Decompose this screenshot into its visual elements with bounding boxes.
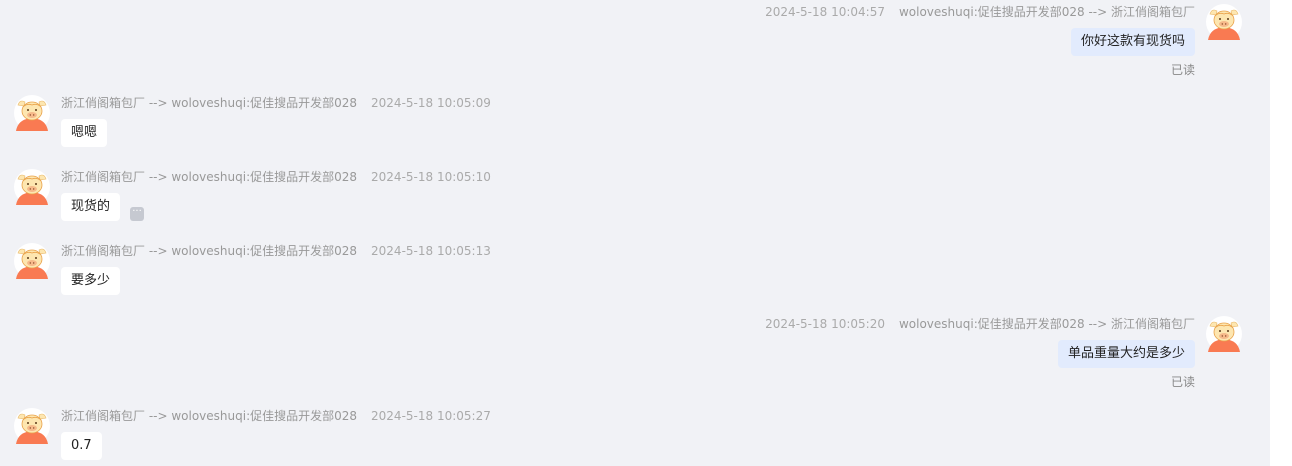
cartoon-bull-avatar-icon — [1206, 4, 1242, 40]
message-route: 浙江俏阁箱包厂 --> woloveshuqi:促佳搜品开发部028 — [61, 409, 358, 423]
chat-history-pane[interactable]: 2024-5-18 10:04:57 woloveshuqi:促佳搜品开发部028… — [0, 0, 1270, 466]
avatar[interactable] — [14, 243, 50, 279]
message-bubble[interactable]: 嗯嗯 — [61, 119, 108, 147]
message-outgoing: 2024-5-18 10:05:20 woloveshuqi:促佳搜品开发部028… — [765, 316, 1242, 392]
message-time: 2024-5-18 10:05:27 — [371, 409, 491, 423]
message-time: 2024-5-18 10:05:09 — [371, 96, 491, 110]
avatar[interactable] — [14, 169, 50, 205]
message-bubble[interactable]: 要多少 — [61, 267, 121, 295]
more-options-icon[interactable]: ··· — [130, 207, 144, 221]
message-outgoing: 2024-5-18 10:04:57 woloveshuqi:促佳搜品开发部028… — [765, 4, 1242, 80]
message-bubble[interactable]: 你好这款有现货吗 — [1070, 28, 1195, 56]
message-meta: 浙江俏阁箱包厂 --> woloveshuqi:促佳搜品开发部028 2024-5… — [61, 243, 491, 259]
message-bubble[interactable]: 现货的 — [61, 193, 121, 221]
read-status: 已读 — [1170, 63, 1195, 77]
avatar[interactable] — [1206, 316, 1242, 352]
cartoon-bull-avatar-icon — [14, 95, 50, 131]
message-route: 浙江俏阁箱包厂 --> woloveshuqi:促佳搜品开发部028 — [61, 96, 358, 110]
cartoon-bull-avatar-icon — [14, 169, 50, 205]
message-time: 2024-5-18 10:05:10 — [371, 170, 491, 184]
message-route: woloveshuqi:促佳搜品开发部028 --> 浙江俏阁箱包厂 — [898, 317, 1195, 331]
message-time: 2024-5-18 10:04:57 — [765, 5, 885, 19]
side-panel-edge — [1270, 0, 1292, 466]
message-meta: 2024-5-18 10:04:57 woloveshuqi:促佳搜品开发部028… — [765, 4, 1195, 20]
cartoon-bull-avatar-icon — [1206, 316, 1242, 352]
message-route: 浙江俏阁箱包厂 --> woloveshuqi:促佳搜品开发部028 — [61, 244, 358, 258]
message-meta: 浙江俏阁箱包厂 --> woloveshuqi:促佳搜品开发部028 2024-5… — [61, 95, 491, 111]
message-meta: 浙江俏阁箱包厂 --> woloveshuqi:促佳搜品开发部028 2024-5… — [61, 408, 491, 424]
message-meta: 浙江俏阁箱包厂 --> woloveshuqi:促佳搜品开发部028 2024-5… — [61, 169, 491, 185]
message-route: woloveshuqi:促佳搜品开发部028 --> 浙江俏阁箱包厂 — [898, 5, 1195, 19]
message-bubble[interactable]: 单品重量大约是多少 — [1057, 340, 1195, 368]
avatar[interactable] — [14, 95, 50, 131]
message-incoming: 浙江俏阁箱包厂 --> woloveshuqi:促佳搜品开发部028 2024-5… — [14, 169, 491, 225]
message-bubble[interactable]: 0.7 — [61, 432, 102, 460]
message-route: 浙江俏阁箱包厂 --> woloveshuqi:促佳搜品开发部028 — [61, 170, 358, 184]
message-incoming: 浙江俏阁箱包厂 --> woloveshuqi:促佳搜品开发部028 2024-5… — [14, 408, 491, 464]
message-time: 2024-5-18 10:05:13 — [371, 244, 491, 258]
message-incoming: 浙江俏阁箱包厂 --> woloveshuqi:促佳搜品开发部028 2024-5… — [14, 95, 491, 151]
message-meta: 2024-5-18 10:05:20 woloveshuqi:促佳搜品开发部028… — [765, 316, 1195, 332]
message-time: 2024-5-18 10:05:20 — [765, 317, 885, 331]
avatar[interactable] — [1206, 4, 1242, 40]
cartoon-bull-avatar-icon — [14, 408, 50, 444]
cartoon-bull-avatar-icon — [14, 243, 50, 279]
message-incoming: 浙江俏阁箱包厂 --> woloveshuqi:促佳搜品开发部028 2024-5… — [14, 243, 491, 299]
read-status: 已读 — [1170, 375, 1195, 389]
avatar[interactable] — [14, 408, 50, 444]
